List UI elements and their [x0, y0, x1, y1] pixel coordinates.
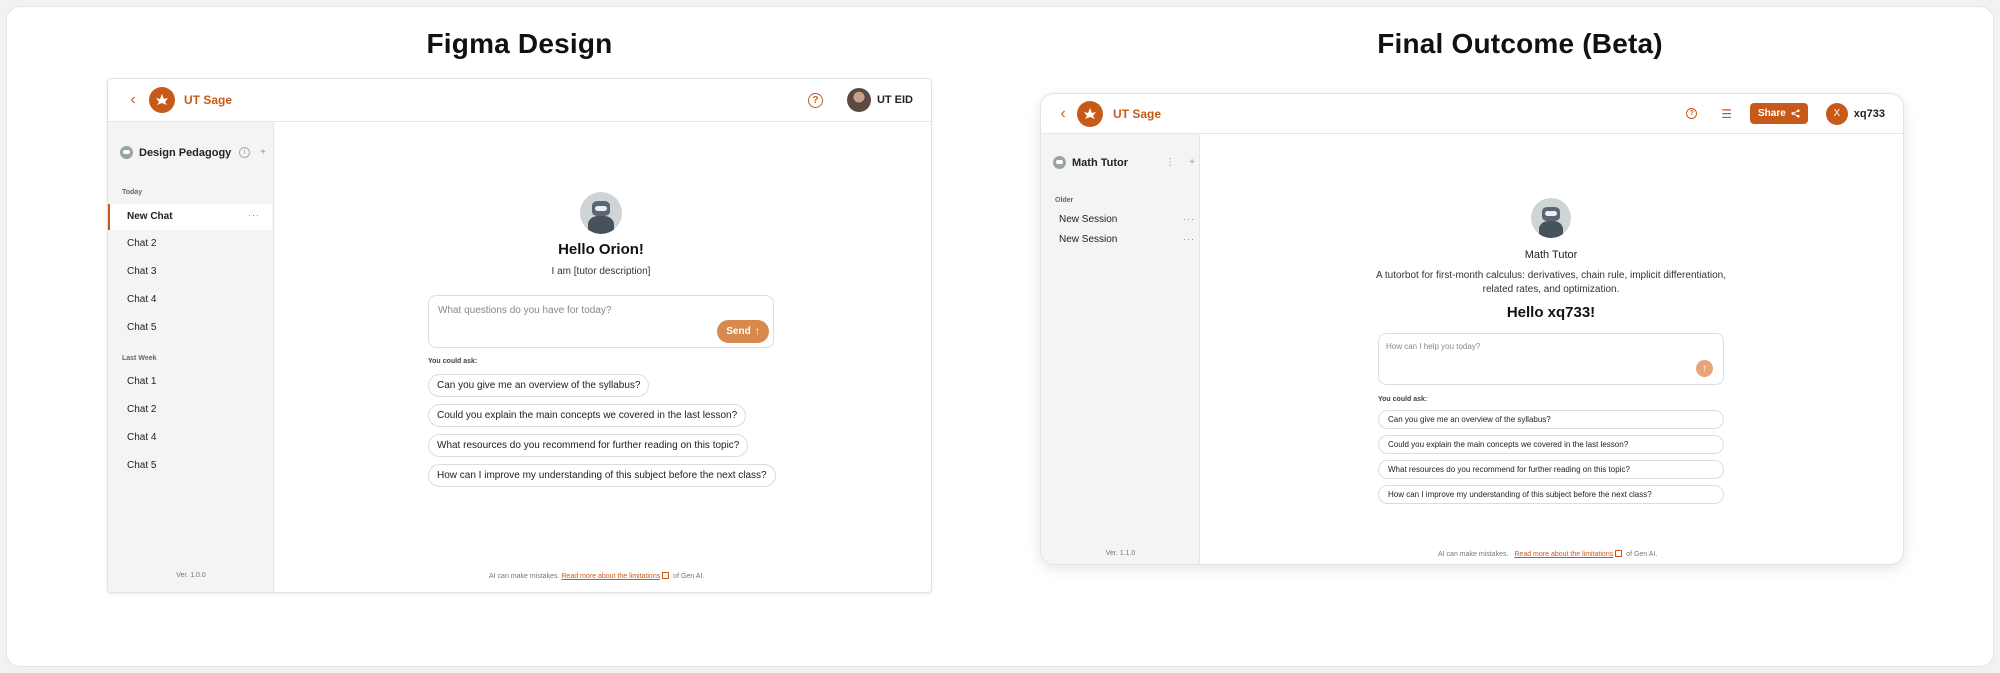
sidebar: Design Pedagogy i + Today New Chat ··· C…: [108, 122, 274, 592]
user-name[interactable]: UT EID: [877, 94, 913, 106]
section-title-final: Final Outcome (Beta): [1377, 28, 1663, 59]
send-label: Send: [726, 326, 751, 337]
tutor-selector[interactable]: Design Pedagogy i +: [120, 146, 270, 159]
arrow-up-icon: ↑: [754, 326, 760, 337]
suggestion-chip[interactable]: How can I improve my understanding of th…: [1378, 485, 1724, 504]
suggestion-chip[interactable]: Could you explain the main concepts we c…: [1378, 435, 1724, 454]
session-label: New Session: [1059, 214, 1118, 225]
tutor-name: Design Pedagogy: [139, 146, 232, 159]
ut-sage-logo: [1077, 100, 1103, 127]
brand-name: UT Sage: [1113, 106, 1162, 121]
new-session-plus-icon[interactable]: +: [1189, 157, 1195, 168]
chat-item[interactable]: Chat 3: [127, 266, 156, 277]
brand-name: UT Sage: [184, 93, 233, 107]
group-label-today: Today: [122, 189, 143, 196]
limitations-link[interactable]: Read more about the limitations: [1514, 551, 1613, 558]
chat-item-new-chat[interactable]: New Chat ···: [108, 204, 272, 230]
limitations-link[interactable]: Read more about the limitations: [561, 573, 660, 580]
version-label: Ver. 1.1.0: [1105, 550, 1136, 557]
session-item[interactable]: New Session ···: [1059, 214, 1195, 225]
tutor-robot-avatar: [1531, 198, 1571, 238]
tutor-description-line1: A tutorbot for first-month calculus: der…: [1376, 270, 1726, 281]
message-input[interactable]: What questions do you have for today? Se…: [428, 295, 774, 348]
final-outcome-window: ‹ UT Sage ? ☰ Share X xq733 Math Tutor ⋮…: [1040, 93, 1904, 565]
disclaimer-suffix: of Gen AI.: [673, 573, 705, 580]
session-options-icon[interactable]: ···: [1183, 214, 1195, 224]
disclaimer-footer: AI can make mistakes. Read more about th…: [1438, 550, 1657, 558]
tutor-name: Math Tutor: [1072, 156, 1129, 169]
chat-item[interactable]: Chat 5: [127, 322, 156, 333]
tutor-options-icon[interactable]: ⋮: [1165, 157, 1175, 168]
back-chevron-icon[interactable]: ‹: [123, 91, 143, 109]
you-could-ask-label: You could ask:: [428, 358, 478, 365]
disclaimer-suffix: of Gen AI.: [1626, 551, 1658, 558]
chat-item[interactable]: Chat 2: [127, 238, 156, 249]
share-label: Share: [1758, 108, 1786, 119]
chat-item[interactable]: Chat 5: [127, 460, 156, 471]
suggestion-chip[interactable]: How can I improve my understanding of th…: [428, 464, 776, 487]
suggestion-chip[interactable]: Can you give me an overview of the sylla…: [428, 374, 650, 397]
user-avatar[interactable]: X: [1825, 102, 1848, 125]
group-label-older: Older: [1055, 197, 1074, 204]
menu-list-icon[interactable]: ☰: [1721, 107, 1732, 121]
session-item[interactable]: New Session ···: [1059, 234, 1195, 245]
session-label: New Session: [1059, 234, 1118, 245]
send-button[interactable]: Send ↑: [717, 320, 769, 343]
tutor-description-line2: related rates, and optimization.: [1482, 284, 1620, 295]
top-bar: ‹ UT Sage ? ☰ Share X xq733: [1041, 94, 1903, 134]
disclaimer-text: AI can make mistakes.: [489, 573, 560, 580]
suggestion-chip[interactable]: Can you give me an overview of the sylla…: [1378, 410, 1724, 429]
suggestion-chip[interactable]: Could you explain the main concepts we c…: [428, 404, 747, 427]
tutor-description: I am [tutor description]: [551, 266, 651, 277]
you-could-ask-label: You could ask:: [1378, 396, 1428, 403]
tutor-info-icon[interactable]: i: [239, 147, 251, 158]
chat-item[interactable]: Chat 4: [127, 432, 156, 443]
top-bar: ‹ UT Sage ? UT EID: [108, 79, 931, 122]
back-chevron-icon[interactable]: ‹: [1053, 105, 1073, 123]
user-name[interactable]: xq733: [1854, 108, 1885, 120]
greeting: Hello xq733!: [1506, 304, 1596, 321]
chat-main: Math Tutor A tutorbot for first-month ca…: [1200, 134, 1903, 564]
send-arrow-button[interactable]: ↑: [1696, 360, 1713, 377]
disclaimer-text: AI can make mistakes.: [1438, 551, 1509, 558]
chat-main: Hello Orion! I am [tutor description] Wh…: [274, 122, 931, 592]
greeting: Hello Orion!: [558, 241, 644, 258]
user-avatar[interactable]: [846, 88, 871, 112]
sidebar: Math Tutor ⋮ + Older New Session ··· New…: [1041, 134, 1200, 564]
chat-item[interactable]: Chat 4: [127, 294, 156, 305]
tutor-robot-avatar: [580, 192, 622, 234]
chat-item[interactable]: Chat 1: [127, 376, 156, 387]
section-title-figma: Figma Design: [426, 28, 613, 59]
help-icon[interactable]: ?: [807, 92, 823, 108]
tutor-title: Math Tutor: [1524, 249, 1578, 261]
external-link-icon: [662, 572, 670, 579]
chat-item[interactable]: Chat 2: [127, 404, 156, 415]
tutor-avatar-icon: [1053, 156, 1066, 169]
new-chat-plus-icon[interactable]: +: [260, 147, 266, 158]
session-options-icon[interactable]: ···: [1183, 234, 1195, 244]
input-placeholder: What questions do you have for today?: [438, 305, 612, 316]
suggestion-chip[interactable]: What resources do you recommend for furt…: [428, 434, 749, 457]
message-input[interactable]: How can I help you today? ↑: [1378, 333, 1724, 385]
help-icon[interactable]: ?: [1686, 108, 1698, 119]
suggestion-chip[interactable]: What resources do you recommend for furt…: [1378, 460, 1724, 479]
chat-item-label: New Chat: [127, 211, 173, 222]
tutor-avatar-icon: [120, 146, 133, 159]
chat-options-icon[interactable]: ···: [248, 210, 260, 220]
ut-sage-logo: [149, 87, 175, 113]
share-icon: [1791, 109, 1800, 118]
figma-design-window: ‹ UT Sage ? UT EID Design Pedagogy i + T…: [107, 78, 932, 593]
tutor-selector[interactable]: Math Tutor ⋮ +: [1053, 156, 1195, 169]
group-label-last-week: Last Week: [122, 355, 157, 362]
share-button[interactable]: Share: [1750, 103, 1808, 124]
disclaimer-footer: AI can make mistakes. Read more about th…: [489, 572, 704, 580]
input-placeholder: How can I help you today?: [1386, 342, 1481, 351]
external-link-icon: [1615, 550, 1623, 557]
version-label: Ver. 1.0.0: [176, 572, 206, 579]
